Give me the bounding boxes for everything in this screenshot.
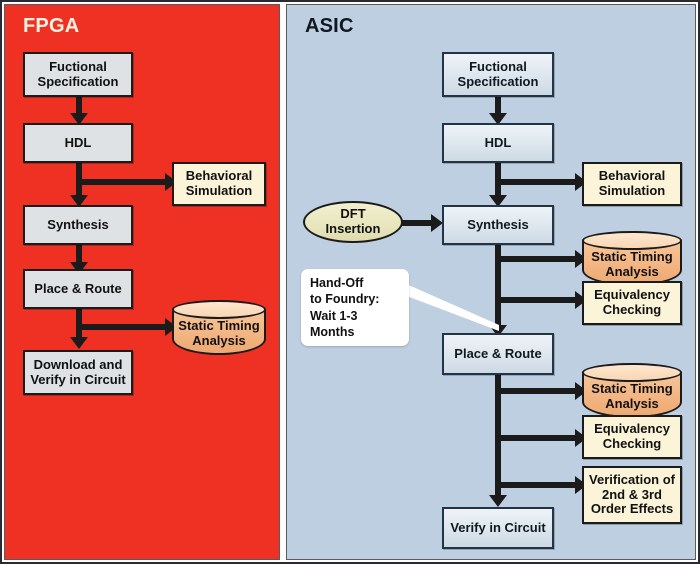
asic-callout-hand-off-line1: Hand-Off xyxy=(310,276,364,290)
asic-callout-hand-off-line3: Wait 1-3 Months xyxy=(310,308,358,339)
asic-callout-hand-off-line2: to Foundry: xyxy=(310,292,380,307)
figure-root: FPGA Fuctional Specification HDL Synthes… xyxy=(0,0,700,564)
asic-callout-hand-off[interactable]: Hand-Off to Foundry: Wait 1-3 Months xyxy=(301,269,409,346)
